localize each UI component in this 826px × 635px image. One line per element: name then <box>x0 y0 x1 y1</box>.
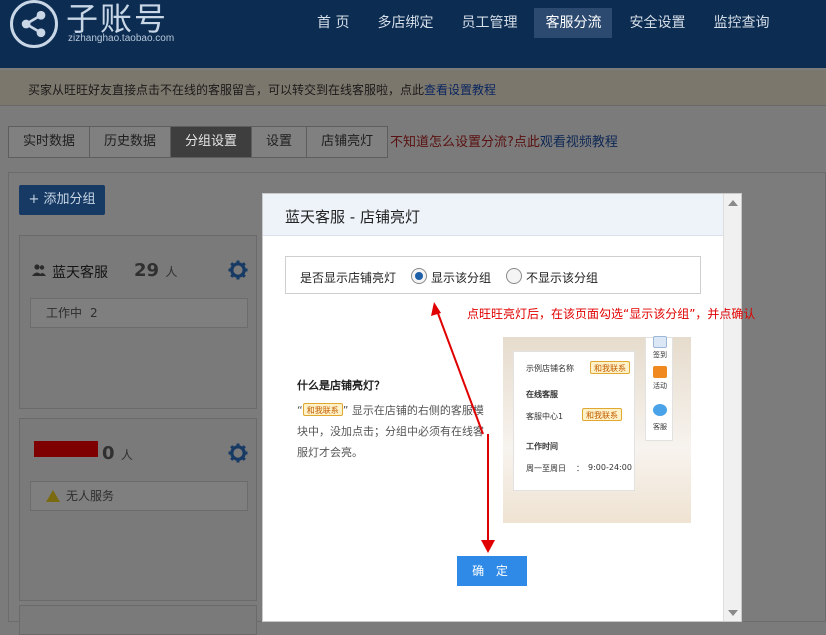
logo-url: zizhanghao.taobao.com <box>68 33 175 44</box>
group-member-count: 0 人 <box>102 443 133 464</box>
tab-history[interactable]: 历史数据 <box>90 127 172 157</box>
sub-tabs: 实时数据 历史数据 分组设置 设置 店铺亮灯 <box>8 126 389 158</box>
notice-tutorial-link[interactable]: 查看设置教程 <box>424 83 496 97</box>
tab-settings[interactable]: 设置 <box>252 127 308 157</box>
group-count-unit: 人 <box>120 448 133 462</box>
add-group-button[interactable]: + 添加分组 <box>19 185 105 215</box>
group-status: 无人服务 <box>30 481 248 511</box>
arrow-head-down <box>481 540 495 553</box>
tab-store-light[interactable]: 店铺亮灯 <box>307 127 387 157</box>
scroll-down-arrow-icon[interactable] <box>728 610 738 616</box>
gear-icon[interactable] <box>228 443 248 463</box>
arrow-head-up <box>431 302 441 316</box>
logo-share-icon <box>10 0 58 48</box>
group-member-count: 29 人 <box>134 260 177 281</box>
dialog-scrollbar[interactable] <box>723 194 741 621</box>
nav-multi-store[interactable]: 多店绑定 <box>366 8 444 38</box>
warning-icon <box>46 490 60 502</box>
gear-icon[interactable] <box>228 260 248 280</box>
tab-hint-text: 不知道怎么设置分流?点此 <box>390 135 540 150</box>
notice-message: 买家从旺旺好友直接点击不在线的客服留言，可以转交到在线客服啦，点此 <box>28 83 425 97</box>
group-card: 蓝天客服 29 人 工作中 2 <box>19 235 257 409</box>
notice-bar: 买家从旺旺好友直接点击不在线的客服留言，可以转交到在线客服啦，点此查看设置教程 <box>0 70 826 106</box>
nav-service-routing[interactable]: 客服分流 <box>534 8 613 38</box>
tab-hint: 不知道怎么设置分流?点此观看视频教程 <box>390 131 618 150</box>
store-light-dialog: 蓝天客服 - 店铺亮灯 是否显示店铺亮灯 显示该分组 不显示该分组 点旺旺亮灯后… <box>262 193 755 622</box>
scroll-up-arrow-icon[interactable] <box>728 200 738 206</box>
tab-realtime[interactable]: 实时数据 <box>9 127 91 157</box>
tab-group-settings[interactable]: 分组设置 <box>171 127 253 157</box>
group-card: 0 人 无人服务 <box>19 418 257 601</box>
notice-text: 买家从旺旺好友直接点击不在线的客服留言，可以转交到在线客服啦，点此查看设置教程 <box>28 81 496 98</box>
group-count-value: 0 <box>102 443 115 464</box>
people-icon <box>32 264 46 276</box>
nav-staff[interactable]: 员工管理 <box>450 8 528 38</box>
group-count-unit: 人 <box>165 265 178 279</box>
nav-monitor[interactable]: 监控查询 <box>702 8 780 38</box>
group-status: 工作中 2 <box>30 298 248 328</box>
top-header: 子账号 zizhanghao.taobao.com 首 页 多店绑定 员工管理 … <box>0 0 826 68</box>
main-nav: 首 页 多店绑定 员工管理 客服分流 安全设置 监控查询 <box>306 8 786 38</box>
video-tutorial-link[interactable]: 观看视频教程 <box>540 135 618 150</box>
status-count: 2 <box>90 306 98 320</box>
group-name: 蓝天客服 <box>52 265 108 281</box>
group-count-value: 29 <box>134 260 160 281</box>
confirm-button[interactable]: 确 定 <box>457 556 527 586</box>
nav-home[interactable]: 首 页 <box>306 8 360 38</box>
status-label: 工作中 <box>46 306 83 320</box>
group-card <box>19 605 257 635</box>
nav-security[interactable]: 安全设置 <box>618 8 696 38</box>
redacted-group-name <box>34 441 98 457</box>
status-label: 无人服务 <box>66 489 115 503</box>
